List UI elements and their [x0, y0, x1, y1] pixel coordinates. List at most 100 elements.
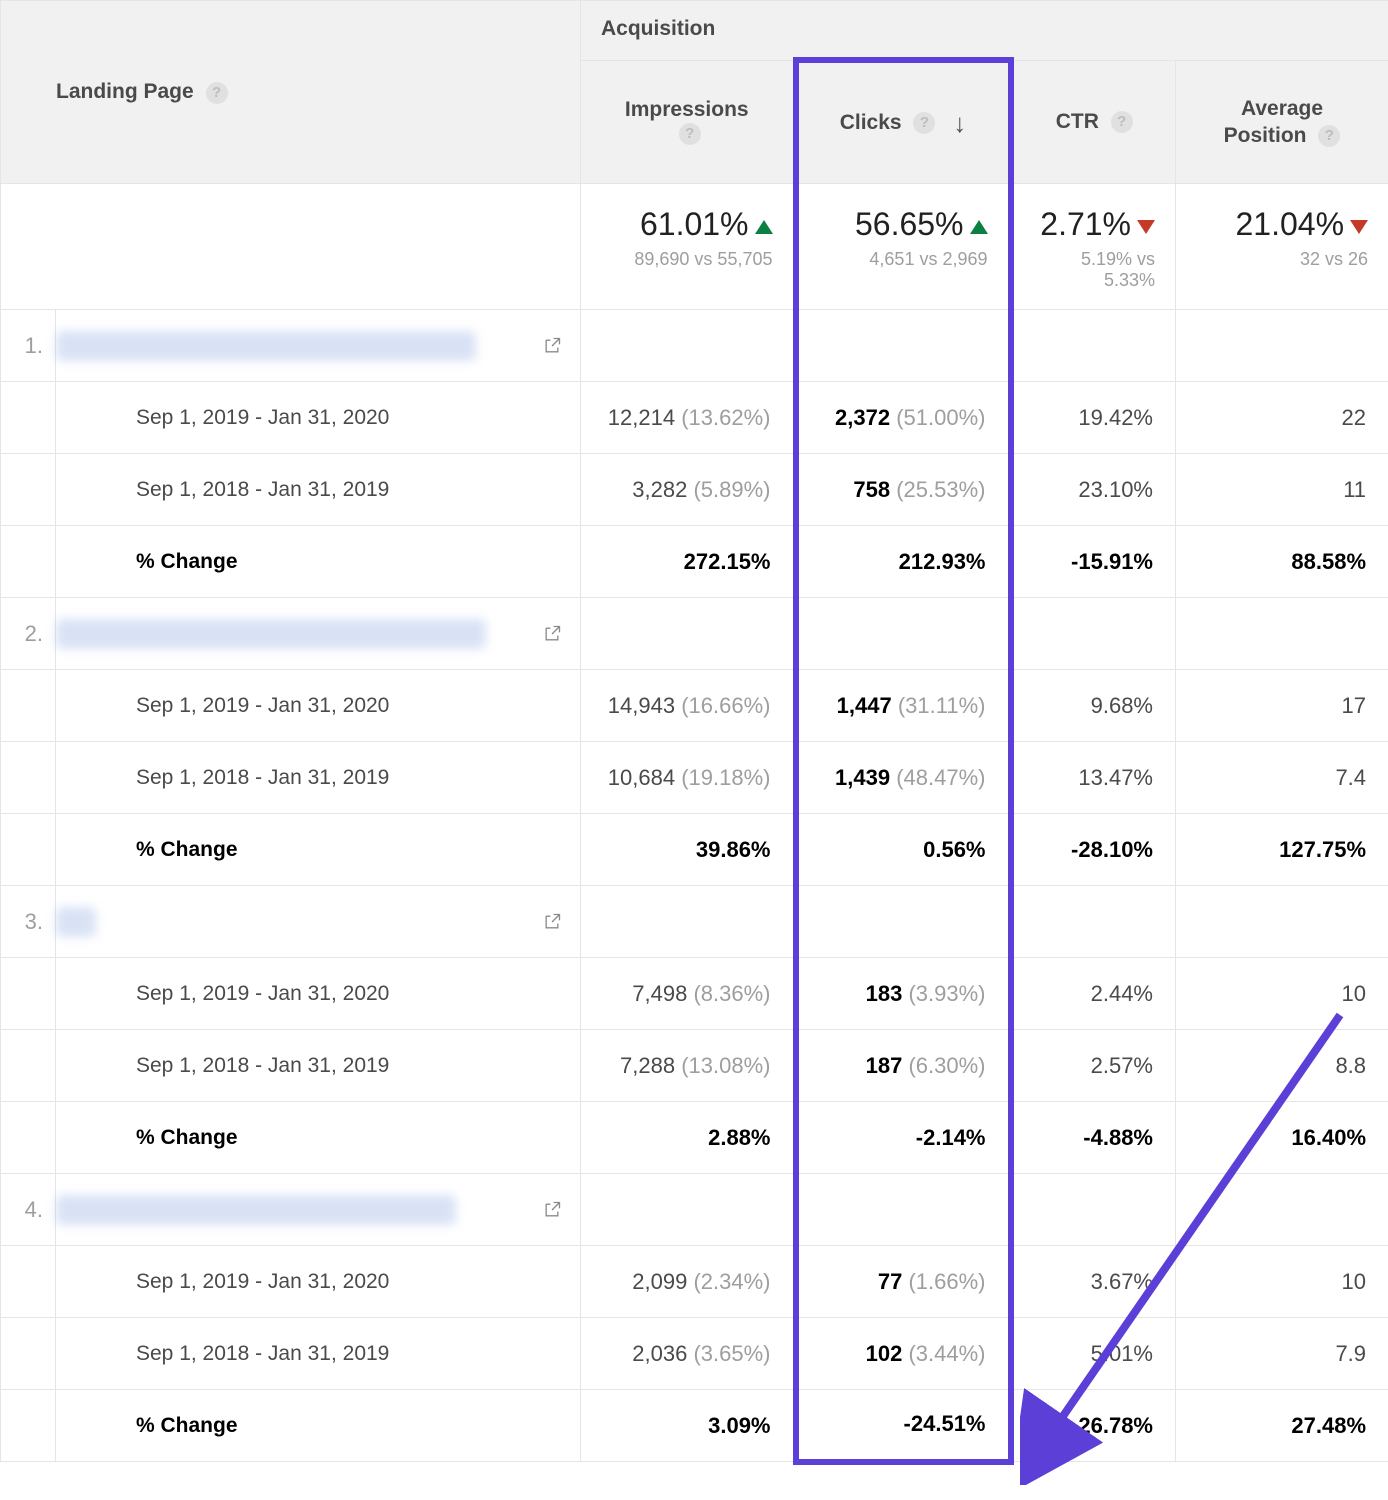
- cell-impressions: 39.86%: [581, 814, 796, 886]
- row-index: 2.: [1, 598, 56, 670]
- cell-position: 7.9: [1176, 1318, 1388, 1390]
- cell-impressions: 7,288 (13.08%): [581, 1030, 796, 1102]
- landing-page-link[interactable]: [56, 1174, 581, 1246]
- cell-impressions: 10,684 (19.18%): [581, 742, 796, 814]
- table-row: Sep 1, 2019 - Jan 31, 2020 14,943 (16.66…: [1, 670, 1388, 742]
- redacted-text: [56, 907, 96, 937]
- col-clicks[interactable]: Clicks ? ↓: [796, 60, 1011, 184]
- cell-ctr: 3.67%: [1011, 1246, 1176, 1318]
- open-in-new-icon[interactable]: [542, 624, 562, 644]
- cell-impressions: 3.09%: [581, 1390, 796, 1462]
- period-label: Sep 1, 2018 - Jan 31, 2019: [56, 454, 581, 526]
- help-icon[interactable]: ?: [206, 82, 228, 104]
- cell-position: 27.48%: [1176, 1390, 1388, 1462]
- landing-page-link[interactable]: [56, 598, 581, 670]
- row-index: 1.: [1, 310, 56, 382]
- col-impressions[interactable]: Impressions ?: [581, 60, 796, 184]
- cell-position: 127.75%: [1176, 814, 1388, 886]
- summary-avg-position: 21.04% 32 vs 26: [1176, 184, 1388, 310]
- cell-impressions: 12,214 (13.62%): [581, 382, 796, 454]
- help-icon[interactable]: ?: [913, 112, 935, 134]
- cell-position: 7.4: [1176, 742, 1388, 814]
- cell-position: 11: [1176, 454, 1388, 526]
- cell-ctr: 9.68%: [1011, 670, 1176, 742]
- cell-clicks: 1,439 (48.47%): [796, 742, 1011, 814]
- help-icon[interactable]: ?: [679, 123, 701, 145]
- cell-ctr: 2.57%: [1011, 1030, 1176, 1102]
- table-row: Sep 1, 2019 - Jan 31, 2020 7,498 (8.36%)…: [1, 958, 1388, 1030]
- redacted-text: [56, 331, 476, 361]
- table-row: % Change 39.86% 0.56% -28.10% 127.75%: [1, 814, 1388, 886]
- table-row: % Change 3.09% -24.51% -26.78% 27.48%: [1, 1390, 1388, 1462]
- cell-clicks: 102 (3.44%): [796, 1318, 1011, 1390]
- summary-impressions: 61.01% 89,690 vs 55,705: [581, 184, 796, 310]
- cell-ctr: 2.44%: [1011, 958, 1176, 1030]
- cell-ctr: -4.88%: [1011, 1102, 1176, 1174]
- sort-desc-icon: ↓: [953, 108, 966, 138]
- table-row: Sep 1, 2019 - Jan 31, 2020 2,099 (2.34%)…: [1, 1246, 1388, 1318]
- table-row: Sep 1, 2018 - Jan 31, 2019 3,282 (5.89%)…: [1, 454, 1388, 526]
- period-label: Sep 1, 2019 - Jan 31, 2020: [56, 382, 581, 454]
- trend-down-icon: [1350, 220, 1368, 234]
- period-label: Sep 1, 2019 - Jan 31, 2020: [56, 1246, 581, 1318]
- help-icon[interactable]: ?: [1318, 125, 1340, 147]
- summary-row: 61.01% 89,690 vs 55,705 56.65% 4,651 vs …: [1, 184, 1388, 310]
- open-in-new-icon[interactable]: [542, 912, 562, 932]
- cell-clicks: -2.14%: [796, 1102, 1011, 1174]
- col-landing-page[interactable]: Landing Page ?: [1, 1, 581, 184]
- period-label: Sep 1, 2018 - Jan 31, 2019: [56, 742, 581, 814]
- trend-up-icon: [755, 220, 773, 234]
- cell-position: 17: [1176, 670, 1388, 742]
- change-label: % Change: [56, 814, 581, 886]
- cell-clicks: 0.56%: [796, 814, 1011, 886]
- table-row: Sep 1, 2018 - Jan 31, 2019 2,036 (3.65%)…: [1, 1318, 1388, 1390]
- cell-clicks: 212.93%: [796, 526, 1011, 598]
- table-row: 1.: [1, 310, 1388, 382]
- row-index: 3.: [1, 886, 56, 958]
- cell-position: 10: [1176, 1246, 1388, 1318]
- cell-clicks: 1,447 (31.11%): [796, 670, 1011, 742]
- landing-page-link[interactable]: [56, 310, 581, 382]
- cell-impressions: 2,099 (2.34%): [581, 1246, 796, 1318]
- trend-down-icon: [1137, 220, 1155, 234]
- open-in-new-icon[interactable]: [542, 1200, 562, 1220]
- summary-clicks: 56.65% 4,651 vs 2,969: [796, 184, 1011, 310]
- table-row: % Change 272.15% 212.93% -15.91% 88.58%: [1, 526, 1388, 598]
- summary-ctr: 2.71% 5.19% vs 5.33%: [1011, 184, 1176, 310]
- col-ctr[interactable]: CTR ?: [1011, 60, 1176, 184]
- help-icon[interactable]: ?: [1111, 111, 1133, 133]
- cell-clicks: 758 (25.53%): [796, 454, 1011, 526]
- col-avg-position[interactable]: AveragePosition ?: [1176, 60, 1388, 184]
- cell-ctr: 13.47%: [1011, 742, 1176, 814]
- cell-ctr: -28.10%: [1011, 814, 1176, 886]
- cell-clicks: 77 (1.66%): [796, 1246, 1011, 1318]
- table-row: Sep 1, 2018 - Jan 31, 2019 7,288 (13.08%…: [1, 1030, 1388, 1102]
- open-in-new-icon[interactable]: [542, 336, 562, 356]
- landing-page-label: Landing Page: [56, 80, 194, 103]
- cell-clicks: -24.51%: [796, 1390, 1011, 1462]
- cell-ctr: 5.01%: [1011, 1318, 1176, 1390]
- cell-impressions: 2,036 (3.65%): [581, 1318, 796, 1390]
- cell-impressions: 2.88%: [581, 1102, 796, 1174]
- table-row: % Change 2.88% -2.14% -4.88% 16.40%: [1, 1102, 1388, 1174]
- table-row: Sep 1, 2019 - Jan 31, 2020 12,214 (13.62…: [1, 382, 1388, 454]
- redacted-text: [56, 1195, 456, 1225]
- cell-ctr: 19.42%: [1011, 382, 1176, 454]
- table-row: 2.: [1, 598, 1388, 670]
- table-row: 4.: [1, 1174, 1388, 1246]
- cell-position: 88.58%: [1176, 526, 1388, 598]
- row-index: 4.: [1, 1174, 56, 1246]
- cell-position: 10: [1176, 958, 1388, 1030]
- cell-clicks: 2,372 (51.00%): [796, 382, 1011, 454]
- cell-impressions: 7,498 (8.36%): [581, 958, 796, 1030]
- cell-impressions: 3,282 (5.89%): [581, 454, 796, 526]
- change-label: % Change: [56, 526, 581, 598]
- cell-clicks: 183 (3.93%): [796, 958, 1011, 1030]
- period-label: Sep 1, 2018 - Jan 31, 2019: [56, 1318, 581, 1390]
- cell-position: 8.8: [1176, 1030, 1388, 1102]
- period-label: Sep 1, 2019 - Jan 31, 2020: [56, 670, 581, 742]
- redacted-text: [56, 619, 486, 649]
- landing-page-table: Landing Page ? Acquisition Impressions ?…: [0, 0, 1388, 1465]
- cell-impressions: 14,943 (16.66%): [581, 670, 796, 742]
- landing-page-link[interactable]: [56, 886, 581, 958]
